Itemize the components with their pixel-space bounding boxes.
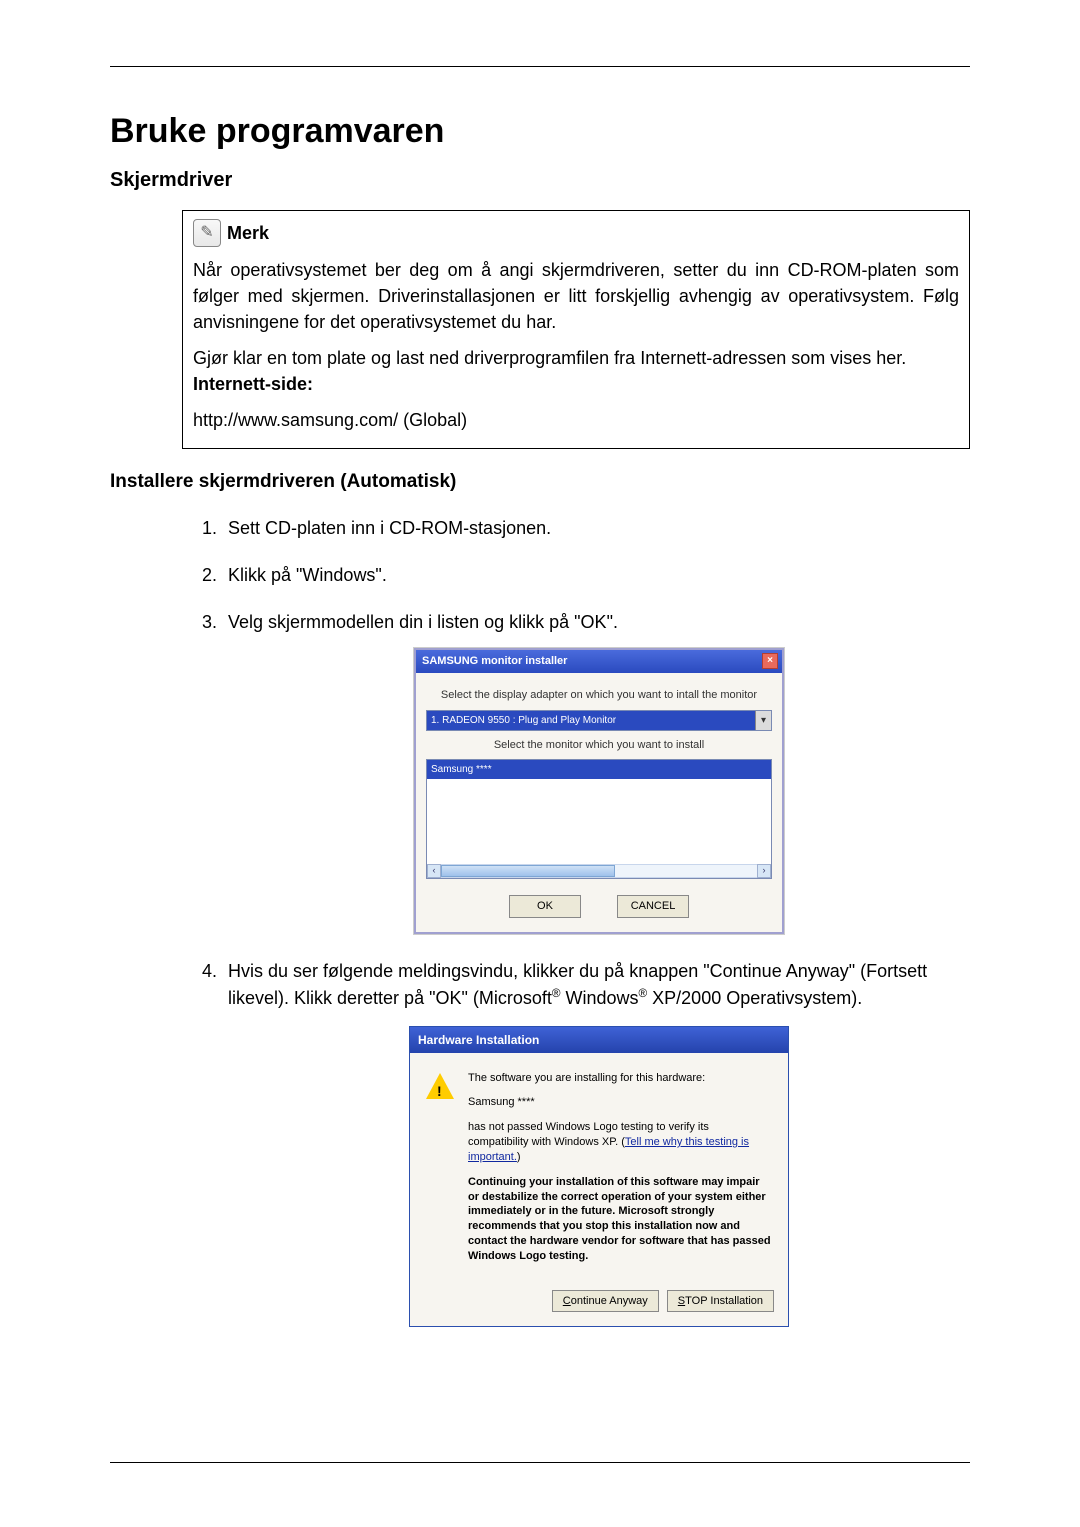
step-3: Velg skjermmodellen din i listen og klik… [222, 609, 970, 934]
chevron-down-icon[interactable]: ▾ [755, 711, 771, 730]
note-label: Merk [227, 220, 269, 246]
hardware-warning-dialog: Hardware Installation The software you a… [409, 1026, 789, 1328]
hw-line-intro: The software you are installing for this… [468, 1071, 772, 1086]
section-driver-heading: Skjermdriver [110, 169, 970, 192]
installer-dialog: SAMSUNG monitor installer × Select the d… [414, 648, 784, 934]
hw-line-notpassed: has not passed Windows Logo testing to v… [468, 1120, 772, 1165]
note-paragraph-1: Når operativsystemet ber deg om å angi s… [193, 257, 959, 335]
step-4-text-c: XP/2000 Operativsystem). [647, 988, 862, 1008]
cancel-button[interactable]: CANCEL [617, 895, 689, 918]
step-4-text-b: Windows [561, 988, 639, 1008]
hardware-warning-text: The software you are installing for this… [468, 1071, 772, 1274]
note-icon: ✎ [193, 219, 221, 247]
hw-line-device: Samsung **** [468, 1095, 772, 1110]
page-rule-bottom [110, 1462, 970, 1463]
note-paragraph-2: Gjør klar en tom plate og last ned drive… [193, 345, 959, 371]
installer-adapter-label: Select the display adapter on which you … [426, 687, 772, 704]
adapter-dropdown-value: 1. RADEON 9550 : Plug and Play Monitor [427, 711, 755, 730]
step-3-text: Velg skjermmodellen din i listen og klik… [228, 612, 618, 632]
section-install-heading: Installere skjermdriveren (Automatisk) [110, 471, 970, 493]
installer-monitor-label: Select the monitor which you want to ins… [426, 737, 772, 754]
step-2: Klikk på "Windows". [222, 562, 970, 589]
page-content: Bruke programvaren Skjermdriver ✎ Merk N… [0, 0, 1080, 1387]
ok-button[interactable]: OK [509, 895, 581, 918]
installer-title-text: SAMSUNG monitor installer [422, 653, 567, 670]
adapter-dropdown[interactable]: 1. RADEON 9550 : Plug and Play Monitor ▾ [426, 710, 772, 731]
page-rule-top [110, 66, 970, 67]
monitor-listbox[interactable]: Samsung **** ‹ › [426, 759, 772, 879]
registered-mark-icon: ® [639, 987, 648, 1000]
monitor-list-item-selected[interactable]: Samsung **** [427, 760, 771, 779]
registered-mark-icon: ® [552, 987, 561, 1000]
stop-installation-button[interactable]: STOP InstallationSTOP Installation [667, 1290, 774, 1313]
scroll-track[interactable] [441, 864, 757, 878]
note-url: http://www.samsung.com/ (Global) [193, 407, 959, 433]
warning-icon [426, 1073, 454, 1099]
scroll-right-icon[interactable]: › [757, 864, 771, 878]
hw-notpassed-end: ) [517, 1151, 521, 1163]
scroll-left-icon[interactable]: ‹ [427, 864, 441, 878]
step-4: Hvis du ser følgende meldingsvindu, klik… [222, 958, 970, 1328]
continue-anyway-button[interactable]: CContinue Anywayontinue Anyway [552, 1290, 659, 1313]
note-box: ✎ Merk Når operativsystemet ber deg om å… [182, 210, 970, 449]
scroll-thumb[interactable] [441, 865, 615, 877]
note-internet-label: Internett-side: [193, 371, 959, 397]
hardware-warning-title: Hardware Installation [410, 1027, 788, 1053]
steps-list: Sett CD-platen inn i CD-ROM-stasjonen. K… [182, 515, 970, 1328]
hw-bold-warning: Continuing your installation of this sof… [468, 1175, 772, 1264]
close-icon[interactable]: × [762, 653, 778, 669]
page-title: Bruke programvaren [110, 112, 970, 151]
step-1: Sett CD-platen inn i CD-ROM-stasjonen. [222, 515, 970, 542]
